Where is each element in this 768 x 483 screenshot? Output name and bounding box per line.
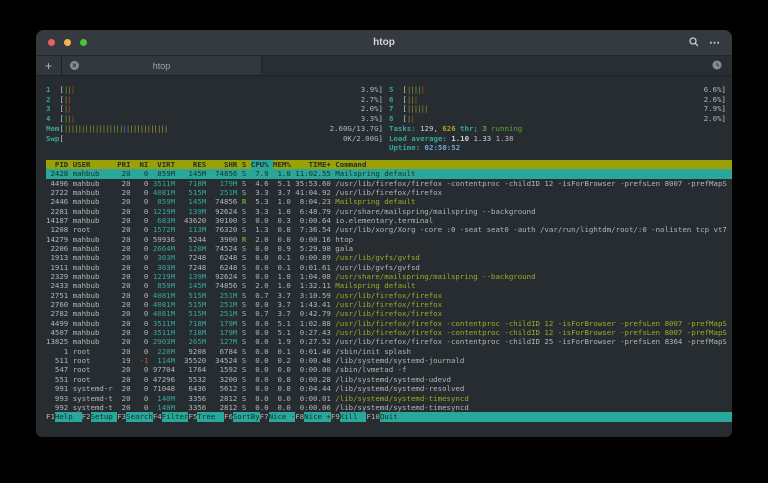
fkey-label-filter[interactable]: Filter [162,412,189,422]
load-average-line: Load average:1.101.331.38 [389,134,726,144]
fkey-f4[interactable]: F4 [153,412,162,422]
fkey-f10[interactable]: F10 [366,412,379,422]
process-row-2329[interactable]: 2329 mahbub 20 0 1219M 139M 92624 S 0.0 … [46,272,732,281]
process-row-14187[interactable]: 14187 mahbub 20 0 683M 43620 30100 S 0.0… [46,216,732,225]
new-tab-button[interactable]: + [36,56,62,75]
menu-icon[interactable]: ⋯ [709,38,720,48]
process-row-2281[interactable]: 2281 mahbub 20 0 1219M 139M 92624 S 3.3 … [46,207,732,216]
process-row-2428[interactable]: 2428 mahbub 20 0 859M 145M 74856 S 7.9 1… [46,169,732,178]
memory-meter: Mem[||||||||||||||||||||||||||||||2.60G/… [46,124,383,134]
process-row-547[interactable]: 547 root 20 0 97704 1764 1592 S 0.0 0.0 … [46,365,732,374]
process-row-14279[interactable]: 14279 mahbub 20 0 59936 5244 3900 R 2.0 … [46,235,732,244]
process-row-13825[interactable]: 13825 mahbub 20 0 2903M 265M 127M S 0.0 … [46,337,732,346]
cpu-meter-2: 2 [||2.7%] [46,95,383,105]
fkey-f6[interactable]: F6 [224,412,233,422]
fkey-label-kill[interactable]: Kill [340,412,367,422]
cpu-meter-6: 6 [|||2.6%] [389,95,726,105]
process-row-2722[interactable]: 2722 mahbub 20 0 4081M 515M 251M S 3.3 3… [46,188,732,197]
cpu-meter-5: 5 [|||||6.6%] [389,85,726,95]
fkey-f8[interactable]: F8 [295,412,304,422]
meters-section: 1 [|||3.9%]2 [||2.7%]3 [||2.0%]4 [|||3.3… [46,85,732,153]
swap-meter: Swp[0K/2.00G] [46,134,383,144]
fkey-label-quit[interactable]: Quit [380,412,732,422]
tab-bar: + × htop [36,56,732,76]
fkey-label-tree[interactable]: Tree [197,412,224,422]
process-row-2760[interactable]: 2760 mahbub 20 0 4081M 515M 251M S 0.0 3… [46,300,732,309]
process-row-551[interactable]: 551 root 20 0 47296 5532 3200 S 0.0 0.0 … [46,375,732,384]
process-row-4496[interactable]: 4496 mahbub 20 0 3511M 718M 179M S 4.6 5… [46,179,732,188]
window-title: htop [36,37,732,48]
fkey-f5[interactable]: F5 [188,412,197,422]
process-row-2751[interactable]: 2751 mahbub 20 0 4081M 515M 251M S 0.7 3… [46,291,732,300]
cpu-meter-4: 4 [|||3.3%] [46,114,383,124]
fkey-label-nice-[interactable]: Nice + [304,412,331,422]
fkey-f3[interactable]: F3 [117,412,126,422]
process-row-4499[interactable]: 4499 mahbub 20 0 3511M 718M 179M S 0.0 5… [46,319,732,328]
process-row-511[interactable]: 511 root 19 -1 114M 35520 34524 S 0.0 0.… [46,356,732,365]
fkey-label-setup[interactable]: Setup [91,412,118,422]
fkey-label-sortby[interactable]: SortBy [233,412,260,422]
process-row-2206[interactable]: 2206 mahbub 20 0 2664M 120M 74524 S 0.0 … [46,244,732,253]
fkey-f2[interactable]: F2 [82,412,91,422]
htop-screen: 1 [|||3.9%]2 [||2.7%]3 [||2.0%]4 [|||3.3… [36,77,732,437]
process-row-2433[interactable]: 2433 mahbub 20 0 859M 145M 74856 S 2.0 1… [46,281,732,290]
process-row-992[interactable]: 992 systemd-t 20 0 140M 3356 2812 S 0.0 … [46,403,732,412]
process-row-991[interactable]: 991 systemd-r 20 0 71048 6436 5612 S 0.0… [46,384,732,393]
tasks-line: Tasks:129,626thr;3running [389,124,726,134]
function-key-bar: F1Help F2Setup F3SearchF4FilterF5Tree F6… [46,412,732,422]
process-table: 2428 mahbub 20 0 859M 145M 74856 S 7.9 1… [46,169,732,412]
tab-label: htop [62,61,261,71]
cpu-meter-3: 3 [||2.0%] [46,104,383,114]
fkey-f1[interactable]: F1 [46,412,55,422]
fkey-f9[interactable]: F9 [331,412,340,422]
process-row-1208[interactable]: 1208 root 20 0 1572M 113M 76320 S 1.3 0.… [46,225,732,234]
process-row-2446[interactable]: 2446 mahbub 20 0 859M 145M 74856 R 5.3 1… [46,197,732,206]
meters-right-column: 5 [|||||6.6%]6 [|||2.6%]7 [||||||7.9%]8 … [389,85,732,153]
cpu-meter-1: 1 [|||3.9%] [46,85,383,95]
fkey-label-search[interactable]: Search [126,412,153,422]
process-row-1913[interactable]: 1913 mahbub 20 0 303M 7248 6248 S 0.0 0.… [46,253,732,262]
cpu-meter-8: 8 [||2.0%] [389,114,726,124]
process-row-1[interactable]: 1 root 20 0 220M 9208 6784 S 0.0 0.1 0:0… [46,347,732,356]
process-row-993[interactable]: 993 systemd-t 20 0 140M 3356 2812 S 0.0 … [46,394,732,403]
uptime-line: Uptime:02:50:52 [389,143,726,153]
fkey-label-help[interactable]: Help [55,412,82,422]
meters-left-column: 1 [|||3.9%]2 [||2.7%]3 [||2.0%]4 [|||3.3… [46,85,389,153]
titlebar[interactable]: htop ⋯ [36,30,732,56]
fkey-f7[interactable]: F7 [260,412,269,422]
cpu-meter-7: 7 [||||||7.9%] [389,104,726,114]
history-icon[interactable] [712,57,722,75]
process-table-header[interactable]: PID USER PRI NI VIRT RES SHR S CPU% MEM%… [46,160,732,169]
search-icon[interactable] [689,34,699,52]
process-row-2782[interactable]: 2782 mahbub 20 0 4081M 515M 251M S 0.7 3… [46,309,732,318]
fkey-label-nice-[interactable]: Nice - [269,412,296,422]
tab-htop[interactable]: × htop [62,56,262,75]
process-row-1911[interactable]: 1911 mahbub 20 0 303M 7248 6248 S 0.0 0.… [46,263,732,272]
process-row-4507[interactable]: 4507 mahbub 20 0 3511M 718M 179M S 0.0 5… [46,328,732,337]
terminal-window: htop ⋯ + × htop 1 [|||3.9%]2 [||2.7%]3 [… [36,30,732,437]
